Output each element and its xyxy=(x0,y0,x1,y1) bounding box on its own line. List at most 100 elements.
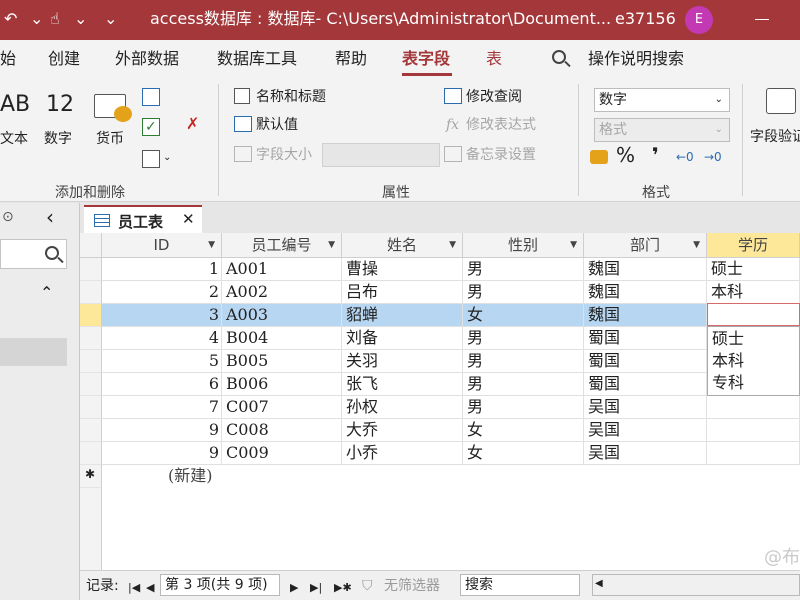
field-validation-button[interactable]: 字段验证 xyxy=(750,128,800,146)
increase-decimals-icon[interactable]: ←0 xyxy=(676,148,694,166)
new-row-selector[interactable]: ✱ xyxy=(80,465,102,488)
cell-gender[interactable]: 女 xyxy=(463,419,584,442)
cell-dept[interactable]: 吴国 xyxy=(584,396,707,419)
tab-home[interactable]: 始 xyxy=(0,49,16,69)
search-icon[interactable] xyxy=(552,50,566,64)
cell-education[interactable] xyxy=(707,419,800,442)
row-selector[interactable] xyxy=(80,258,102,281)
select-all-corner[interactable] xyxy=(80,233,102,258)
field-validation-icon[interactable] xyxy=(766,88,796,114)
percent-format-icon[interactable]: % xyxy=(616,145,635,165)
avatar[interactable]: E xyxy=(685,6,713,34)
row-selector[interactable] xyxy=(80,442,102,465)
nav-selected-item[interactable] xyxy=(0,338,67,366)
scroll-left-icon[interactable]: ◀ xyxy=(595,578,603,589)
cell-name[interactable]: 刘备 xyxy=(342,327,463,350)
cell-gender[interactable]: 女 xyxy=(463,304,584,327)
column-header-dept[interactable]: 部门 ▼ xyxy=(584,233,707,258)
chevron-down-icon[interactable]: ▼ xyxy=(208,233,215,257)
cell-code[interactable]: A001 xyxy=(222,258,342,281)
chevron-down-icon[interactable]: ▼ xyxy=(328,233,335,257)
row-selector[interactable] xyxy=(80,327,102,350)
memo-settings-button[interactable]: 备忘录设置 xyxy=(466,146,536,164)
nav-dropdown-icon[interactable]: ⊙ xyxy=(2,209,14,225)
field-size-input[interactable] xyxy=(322,143,440,167)
touch-mode-icon[interactable]: ☝ xyxy=(50,8,60,30)
cell-name[interactable]: 关羽 xyxy=(342,350,463,373)
cell-education[interactable]: 本科 xyxy=(707,281,800,304)
customize-qat-icon[interactable]: ⌄ xyxy=(104,8,117,30)
column-header-education[interactable]: 学历 xyxy=(707,233,800,258)
cell-gender[interactable]: 男 xyxy=(463,281,584,304)
cell-dept[interactable]: 魏国 xyxy=(584,258,707,281)
first-record-icon[interactable]: |◀ xyxy=(128,579,140,597)
chevron-down-icon[interactable]: ▼ xyxy=(570,233,577,257)
horizontal-scrollbar[interactable]: ◀ xyxy=(592,574,800,596)
no-filter-button[interactable]: 无筛选器 xyxy=(384,577,440,595)
cell-id[interactable]: 7 xyxy=(102,396,222,419)
short-text-button[interactable]: 文本 xyxy=(0,130,28,148)
cell-education[interactable] xyxy=(707,396,800,419)
row-selector-current[interactable] xyxy=(80,304,102,327)
new-record-icon[interactable]: ▶✱ xyxy=(334,579,352,597)
cell-id[interactable]: 6 xyxy=(102,373,222,396)
dropdown-option[interactable]: 硕士 xyxy=(708,328,799,350)
tab-database-tools[interactable]: 数据库工具 xyxy=(217,49,297,69)
nav-collapse-icon[interactable]: ‹ xyxy=(46,205,54,229)
cell-code[interactable]: B005 xyxy=(222,350,342,373)
tell-me-search[interactable]: 操作说明搜索 xyxy=(588,49,684,69)
cell-gender[interactable]: 男 xyxy=(463,258,584,281)
cell-name[interactable]: 曹操 xyxy=(342,258,463,281)
cell-gender[interactable]: 女 xyxy=(463,442,584,465)
tab-table-fields[interactable]: 表字段 xyxy=(402,49,450,69)
cell-id[interactable]: 9 xyxy=(102,442,222,465)
cell-education[interactable] xyxy=(707,442,800,465)
cell-dept[interactable]: 蜀国 xyxy=(584,327,707,350)
cell-gender[interactable]: 男 xyxy=(463,373,584,396)
cell-id[interactable]: 4 xyxy=(102,327,222,350)
column-header-id[interactable]: ID ▼ xyxy=(102,233,222,258)
number-button[interactable]: 数字 xyxy=(44,130,72,148)
tab-table[interactable]: 表 xyxy=(486,49,502,69)
currency-button[interactable]: 货币 xyxy=(96,130,124,148)
default-value-button[interactable]: 默认值 xyxy=(256,116,298,134)
more-fields-dropdown-icon[interactable]: ⌄ xyxy=(163,152,171,163)
tab-employee-table[interactable]: 员工表 ✕ xyxy=(84,205,202,233)
dropdown-option[interactable]: 本科 xyxy=(708,350,799,372)
column-header-code[interactable]: 员工编号 ▼ xyxy=(222,233,342,258)
cell-id[interactable]: 2 xyxy=(102,281,222,304)
comma-format-icon[interactable]: ❜ xyxy=(652,145,659,165)
undo-icon[interactable]: ↶ xyxy=(4,8,17,30)
education-combo-input[interactable] xyxy=(707,303,800,326)
cell-name[interactable]: 貂蝉 xyxy=(342,304,463,327)
column-header-gender[interactable]: 性别 ▼ xyxy=(463,233,584,258)
cell-dept[interactable]: 吴国 xyxy=(584,442,707,465)
format-select[interactable]: 格式 ⌄ xyxy=(594,118,730,142)
cell-name[interactable]: 孙权 xyxy=(342,396,463,419)
more-fields-icon[interactable] xyxy=(142,150,160,168)
cell-dept[interactable]: 蜀国 xyxy=(584,373,707,396)
cell-dept[interactable]: 魏国 xyxy=(584,304,707,327)
search-icon[interactable] xyxy=(45,246,59,260)
name-caption-button[interactable]: 名称和标题 xyxy=(256,88,326,106)
cell-dept[interactable]: 魏国 xyxy=(584,281,707,304)
cell-id[interactable]: 3 xyxy=(102,304,222,327)
decrease-decimals-icon[interactable]: →0 xyxy=(704,148,722,166)
column-header-name[interactable]: 姓名 ▼ xyxy=(342,233,463,258)
cell-gender[interactable]: 男 xyxy=(463,396,584,419)
cell-id[interactable]: 1 xyxy=(102,258,222,281)
previous-record-icon[interactable]: ◀ xyxy=(146,579,154,597)
data-type-select[interactable]: 数字 ⌄ xyxy=(594,88,730,112)
chevron-down-icon[interactable]: ▼ xyxy=(693,233,700,257)
cell-name[interactable]: 小乔 xyxy=(342,442,463,465)
cell-gender[interactable]: 男 xyxy=(463,350,584,373)
close-icon[interactable]: ✕ xyxy=(182,210,195,228)
row-selector[interactable] xyxy=(80,281,102,304)
cell-gender[interactable]: 男 xyxy=(463,327,584,350)
short-text-icon[interactable]: AB xyxy=(0,92,30,118)
current-record-field[interactable]: 第 3 项(共 9 项) xyxy=(160,574,280,596)
minimize-icon[interactable] xyxy=(755,19,769,20)
search-input[interactable]: 搜索 xyxy=(460,574,580,596)
tab-external-data[interactable]: 外部数据 xyxy=(115,49,179,69)
cell-name[interactable]: 吕布 xyxy=(342,281,463,304)
